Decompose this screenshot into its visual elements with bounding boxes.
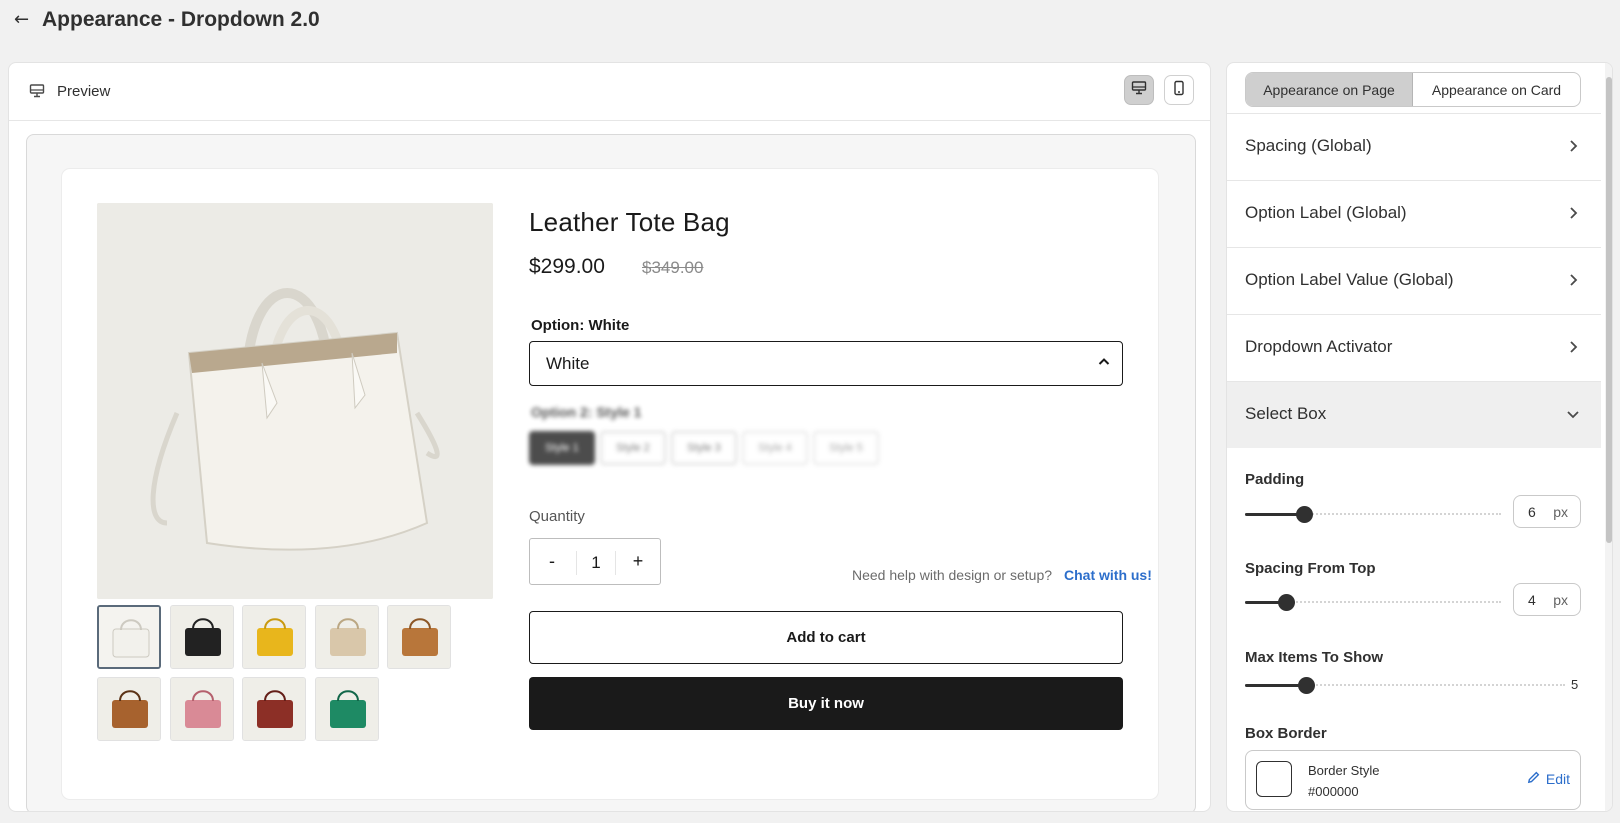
style-option-2[interactable]: Style 2 <box>600 431 666 465</box>
spacing-from-top-label: Spacing From Top <box>1245 560 1376 577</box>
option-label: Option: White <box>531 317 630 334</box>
max-items-value: 5 <box>1571 677 1579 692</box>
tab-appearance-on-page[interactable]: Appearance on Page <box>1246 73 1413 106</box>
edit-border-button[interactable]: Edit <box>1526 770 1570 788</box>
preview-label: Preview <box>57 83 111 100</box>
section-label: Spacing (Global) <box>1245 136 1372 155</box>
thumbnail-7[interactable] <box>170 677 234 741</box>
thumbnail-4[interactable] <box>315 605 379 669</box>
thumbnail-2[interactable] <box>170 605 234 669</box>
style-option-4[interactable]: Style 4 <box>742 431 808 465</box>
product-main-image <box>97 203 493 599</box>
mobile-view-button[interactable] <box>1164 75 1194 105</box>
section-spacing-global[interactable]: Spacing (Global) <box>1227 113 1601 180</box>
section-label: Option Label Value (Global) <box>1245 270 1454 289</box>
chevron-down-icon <box>1565 406 1581 422</box>
arrow-left-icon[interactable]: ← <box>14 10 32 30</box>
add-to-cart-button[interactable]: Add to cart <box>529 611 1123 664</box>
padding-unit: px <box>1553 504 1568 520</box>
style-option-3[interactable]: Style 3 <box>671 431 737 465</box>
product-title: Leather Tote Bag <box>529 207 730 237</box>
settings-scrollbar[interactable] <box>1605 63 1612 811</box>
edit-label: Edit <box>1545 771 1570 787</box>
style-option-5[interactable]: Style 5 <box>813 431 879 465</box>
thumbnail-5[interactable] <box>387 605 451 669</box>
top-bar: ← Appearance - Dropdown 2.0 <box>0 0 1620 44</box>
chevron-right-icon <box>1565 339 1581 355</box>
thumbnail-1[interactable] <box>97 605 161 669</box>
section-label: Select Box <box>1245 404 1327 423</box>
max-items-slider[interactable] <box>1245 677 1565 694</box>
border-style-card: Border Style #000000 Edit <box>1245 750 1581 810</box>
chat-link[interactable]: Chat with us! <box>1064 567 1152 583</box>
padding-label: Padding <box>1245 471 1305 488</box>
padding-value: 6 <box>1528 504 1536 520</box>
border-color-hex: #000000 <box>1308 784 1359 799</box>
desktop-icon <box>29 83 45 99</box>
style-option-1[interactable]: Style 1 <box>529 431 595 465</box>
help-text: Need help with design or setup? <box>852 567 1053 583</box>
quantity-decrease-button[interactable]: - <box>540 551 564 572</box>
chevron-right-icon <box>1565 205 1581 221</box>
chevron-up-icon <box>1096 354 1112 370</box>
quantity-stepper: - 1 + <box>529 538 661 585</box>
chevron-right-icon <box>1565 138 1581 154</box>
tab-appearance-on-card[interactable]: Appearance on Card <box>1413 73 1580 106</box>
settings-panel: Appearance on Page Appearance on Card Sp… <box>1226 62 1613 812</box>
spacing-from-top-value: 4 <box>1528 592 1536 608</box>
slider-thumb[interactable] <box>1296 506 1313 523</box>
quantity-increase-button[interactable]: + <box>626 551 650 572</box>
buy-now-button[interactable]: Buy it now <box>529 677 1123 730</box>
chevron-right-icon <box>1565 272 1581 288</box>
slider-thumb[interactable] <box>1278 594 1295 611</box>
section-option-label-value-global[interactable]: Option Label Value (Global) <box>1227 247 1601 314</box>
thumbnail-3[interactable] <box>242 605 306 669</box>
thumbnail-8[interactable] <box>242 677 306 741</box>
border-color-swatch[interactable] <box>1256 761 1292 797</box>
max-items-label: Max Items To Show <box>1245 649 1384 666</box>
spacing-from-top-unit: px <box>1553 592 1568 608</box>
section-select-box[interactable]: Select Box <box>1227 381 1601 448</box>
thumbnail-9[interactable] <box>315 677 379 741</box>
option-dropdown[interactable]: White <box>529 341 1123 386</box>
page-title: Appearance - Dropdown 2.0 <box>42 8 320 31</box>
border-style-label: Border Style <box>1308 763 1380 778</box>
option2-label: Option 2: Style 1 <box>531 404 642 420</box>
compare-at-price: $349.00 <box>642 258 704 277</box>
section-label: Dropdown Activator <box>1245 337 1393 356</box>
box-border-label: Box Border <box>1245 725 1327 742</box>
product-price: $299.00 <box>529 255 605 278</box>
scrollbar-thumb[interactable] <box>1606 77 1612 543</box>
preview-card: Preview Leather Tote Bag $299.00 $349.00… <box>8 62 1211 812</box>
padding-slider[interactable] <box>1245 506 1501 523</box>
product-card: Leather Tote Bag $299.00 $349.00 Option:… <box>62 169 1158 799</box>
desktop-icon <box>1131 80 1147 101</box>
appearance-tabs: Appearance on Page Appearance on Card <box>1245 72 1581 107</box>
slider-thumb[interactable] <box>1298 677 1315 694</box>
pencil-icon <box>1526 770 1541 788</box>
dropdown-selected-value: White <box>546 354 590 373</box>
padding-input[interactable]: 6 px <box>1513 495 1581 528</box>
quantity-label: Quantity <box>529 508 585 525</box>
spacing-from-top-input[interactable]: 4 px <box>1513 583 1581 616</box>
mobile-icon <box>1171 80 1187 101</box>
spacing-from-top-slider[interactable] <box>1245 594 1501 611</box>
quantity-value[interactable]: 1 <box>576 551 616 575</box>
section-option-label-global[interactable]: Option Label (Global) <box>1227 180 1601 247</box>
preview-header: Preview <box>9 63 1210 121</box>
preview-stage: Leather Tote Bag $299.00 $349.00 Option:… <box>26 134 1196 811</box>
thumbnail-6[interactable] <box>97 677 161 741</box>
section-label: Option Label (Global) <box>1245 203 1407 222</box>
desktop-view-button[interactable] <box>1124 75 1154 105</box>
section-dropdown-activator[interactable]: Dropdown Activator <box>1227 314 1601 381</box>
